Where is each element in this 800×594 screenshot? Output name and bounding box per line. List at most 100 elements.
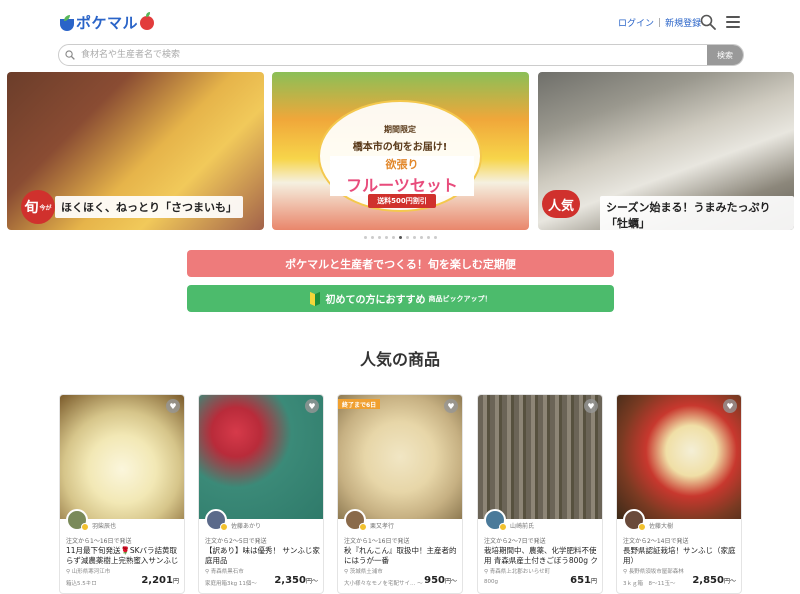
- price-unit: 円～: [444, 578, 457, 585]
- carousel-dot[interactable]: [434, 236, 437, 239]
- location-text: 山形県寒河江市: [71, 569, 111, 575]
- banner-fruit-panel: 期間限定 橋本市の旬をお届け! 欲張り フルーツセット 送料500円割引: [318, 100, 482, 212]
- product-image[interactable]: [338, 395, 462, 519]
- product-location: ⚲ 茨城県土浦市: [344, 569, 383, 575]
- product-price: 2,850円～: [692, 575, 736, 586]
- producer-avatar[interactable]: [484, 509, 507, 531]
- producer-badge-icon: [638, 523, 646, 531]
- banner-fruit-sub: 期間限定: [384, 125, 416, 134]
- favorite-heart-icon[interactable]: ♥: [166, 399, 180, 413]
- producer-badge-icon: [359, 523, 367, 531]
- product-amount: 家庭用箱3kg 11個～: [205, 581, 257, 587]
- carousel-dot[interactable]: [371, 236, 374, 239]
- product-card[interactable]: ♥ 羽柴辰也 注文から1〜16日で発送 11月最下旬発送🌹SKバラ詰黄取らず減農…: [59, 394, 185, 594]
- carousel-dot[interactable]: [427, 236, 430, 239]
- beginner-label: 初めての方におすすめ: [325, 295, 426, 306]
- price-unit: 円～: [723, 578, 736, 585]
- price-unit: 円: [172, 578, 179, 585]
- carousel-dot[interactable]: [413, 236, 416, 239]
- banner-fruit-badge: 送料500円割引: [368, 194, 436, 208]
- search-bar: 検索: [58, 44, 744, 66]
- logo-mark-icon: [60, 14, 74, 31]
- banner-tag-subtext: 今が: [39, 204, 52, 212]
- product-image[interactable]: [199, 395, 323, 519]
- product-price: 651円: [570, 575, 597, 586]
- carousel-indicators: [364, 236, 437, 239]
- carousel-dot[interactable]: [420, 236, 423, 239]
- carousel-dot[interactable]: [378, 236, 381, 239]
- producer-avatar[interactable]: [623, 509, 646, 531]
- search-field-icon: [59, 45, 81, 65]
- price-unit: 円～: [305, 578, 318, 585]
- shipping-info: 注文から2〜7日で発送: [484, 538, 546, 545]
- banner-oyster[interactable]: 人気 シーズン始まる！うまみたっぷり「牡蠣」: [538, 72, 794, 230]
- product-price: 950円～: [424, 575, 457, 586]
- product-name[interactable]: 長野県認証栽培！サンふじ（家庭用）: [623, 546, 739, 566]
- product-name[interactable]: 11月最下旬発送🌹SKバラ詰黄取らず減農薬樹上完熟蜜入サンふじ訳…: [66, 546, 182, 566]
- favorite-heart-icon[interactable]: ♥: [444, 399, 458, 413]
- product-price: 2,201円: [141, 575, 179, 586]
- product-card[interactable]: ♥ 佐藤大樹 注文から2〜14日で発送 長野県認証栽培！サンふじ（家庭用） ⚲ …: [616, 394, 742, 594]
- banner-sweet-potato[interactable]: 旬 今が ほくほく、ねっとり「さつまいも」: [7, 72, 264, 230]
- banner-fruit-set[interactable]: 期間限定 橋本市の旬をお届け! 欲張り フルーツセット 送料500円割引: [272, 72, 529, 230]
- producer-name[interactable]: 栗又孝行: [370, 521, 394, 530]
- subscription-button[interactable]: ポケマルと生産者でつくる！旬を楽しむ定期便: [187, 250, 614, 277]
- product-card[interactable]: ♥ 終了まで6日 栗又孝行 注文から1〜16日で発送 秋『れんこん』取扱中！主産…: [337, 394, 463, 594]
- beginner-mark-icon: [310, 293, 320, 305]
- search-icon[interactable]: [700, 14, 716, 30]
- carousel-dot[interactable]: [406, 236, 409, 239]
- producer-name[interactable]: 山崎前氏: [510, 521, 534, 530]
- price-value: 950: [424, 575, 445, 586]
- login-link[interactable]: ログイン: [618, 16, 654, 29]
- banner-caption: シーズン始まる！うまみたっぷり「牡蠣」: [600, 196, 794, 230]
- favorite-heart-icon[interactable]: ♥: [584, 399, 598, 413]
- banner-caption: ほくほく、ねっとり「さつまいも」: [55, 196, 243, 218]
- location-text: 青森県上北郡おいらせ町: [489, 569, 551, 575]
- beginner-sublabel: 商品ピックアップ！: [428, 294, 492, 303]
- product-card[interactable]: ♥ 佐藤あかり 注文から2〜5日で発送 【訳あり】味は優秀！ サンふじ家庭用品 …: [198, 394, 324, 594]
- product-name[interactable]: 秋『れんこん』取扱中！主産者的にはうが一番: [344, 546, 460, 566]
- price-value: 651: [570, 575, 591, 586]
- producer-badge-icon: [499, 523, 507, 531]
- carousel-dot[interactable]: [392, 236, 395, 239]
- logo-text: ポケマル: [76, 14, 139, 32]
- carousel-dot[interactable]: [385, 236, 388, 239]
- deadline-ribbon: 終了まで6日: [338, 399, 381, 409]
- favorite-heart-icon[interactable]: ♥: [305, 399, 319, 413]
- shipping-info: 注文から1〜16日で発送: [66, 538, 132, 545]
- location-text: 青森県黒石市: [210, 569, 244, 575]
- product-image[interactable]: [617, 395, 741, 519]
- product-name[interactable]: 【訳あり】味は優秀！ サンふじ家庭用品: [205, 546, 321, 566]
- signup-link[interactable]: 新規登録: [665, 16, 701, 29]
- carousel-dot[interactable]: [364, 236, 367, 239]
- search-button[interactable]: 検索: [707, 45, 743, 65]
- search-input[interactable]: [81, 45, 707, 65]
- banner-tag: 人気: [542, 190, 581, 218]
- carousel-dot[interactable]: [399, 236, 402, 239]
- separator: |: [658, 17, 662, 28]
- menu-icon[interactable]: [726, 16, 740, 28]
- header-links: ログイン | 新規登録: [618, 16, 701, 30]
- shipping-info: 注文から2〜5日で発送: [205, 538, 267, 545]
- product-name[interactable]: 栽培期間中、農薬、化学肥料不使用 青森県産土付きごぼう800g クリ…: [484, 546, 600, 566]
- price-value: 2,201: [141, 575, 173, 586]
- subscription-label: ポケマルと生産者でつくる！旬を楽しむ定期便: [285, 257, 516, 271]
- product-price: 2,350円～: [274, 575, 318, 586]
- beginner-button[interactable]: 初めての方におすすめ 商品ピックアップ！: [187, 285, 614, 312]
- producer-name[interactable]: 佐藤大樹: [649, 521, 673, 530]
- logo[interactable]: ポケマル: [60, 11, 155, 33]
- product-image[interactable]: [60, 395, 184, 519]
- favorite-heart-icon[interactable]: ♥: [723, 399, 737, 413]
- producer-name[interactable]: 佐藤あかり: [231, 521, 261, 530]
- producer-avatar[interactable]: [205, 509, 228, 531]
- producer-badge-icon: [81, 523, 89, 531]
- product-card[interactable]: ♥ 山崎前氏 注文から2〜7日で発送 栽培期間中、農薬、化学肥料不使用 青森県産…: [477, 394, 603, 594]
- product-image[interactable]: [478, 395, 602, 519]
- price-value: 2,350: [274, 575, 306, 586]
- banner-fruit-title-main: フルーツセット: [346, 176, 458, 195]
- shipping-info: 注文から1〜16日で発送: [344, 538, 410, 545]
- producer-name[interactable]: 羽柴辰也: [92, 521, 116, 530]
- producer-avatar[interactable]: [66, 509, 89, 531]
- product-amount: 大小様々なモノを宅配サイ… ～: [344, 581, 423, 587]
- producer-avatar[interactable]: [344, 509, 367, 531]
